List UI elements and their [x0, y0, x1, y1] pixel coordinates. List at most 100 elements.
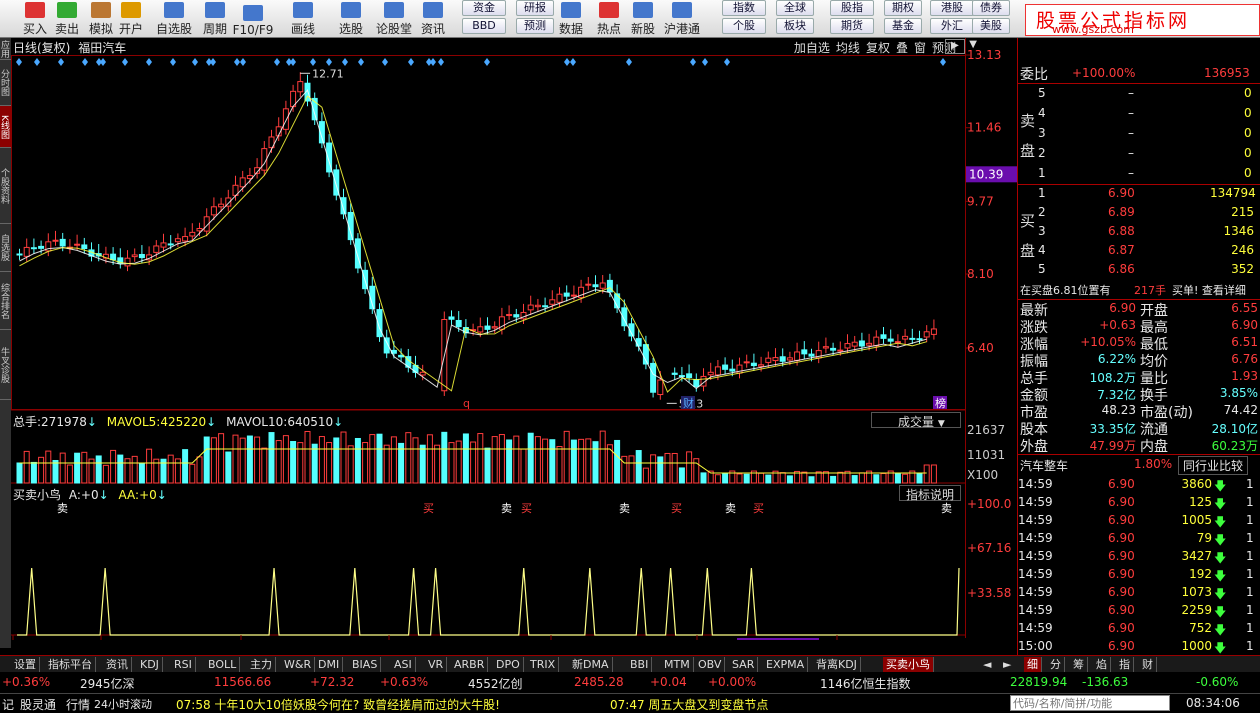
- side-tab-3[interactable]: 焰: [1093, 657, 1111, 672]
- indicator-tab-21[interactable]: 背离KDJ: [813, 657, 861, 672]
- quick-button-10[interactable]: 个股: [722, 18, 766, 34]
- event-diamond-icon[interactable]: [146, 58, 152, 66]
- indicator-tab-16[interactable]: BBI: [627, 657, 653, 672]
- kline-chart-area[interactable]: 日线(复权) 福田汽车 加自选 均线 复权叠窗预测 ▶ ▼ 13.13 11.46 9.…: [11, 38, 1017, 640]
- toolbar-button-2[interactable]: 模拟: [86, 1, 116, 37]
- event-diamond-icon[interactable]: [564, 58, 570, 66]
- quick-button-1[interactable]: 研报: [516, 0, 554, 16]
- event-diamond-icon[interactable]: [100, 58, 106, 66]
- left-tab-1[interactable]: 分时图: [0, 60, 11, 106]
- news-ticker-2[interactable]: 07:47 周五大盘又到变盘节点: [610, 696, 768, 713]
- event-diamond-icon[interactable]: [16, 58, 22, 66]
- indicator-tab-15[interactable]: 新DMA: [569, 657, 613, 672]
- event-diamond-icon[interactable]: [570, 58, 576, 66]
- news-ticker-1[interactable]: 07:58 十年10大10倍妖股今何在? 致曾经搓肩而过的大牛股!: [176, 696, 500, 713]
- toolbar-button-1[interactable]: 卖出: [52, 1, 82, 37]
- quick-button-7[interactable]: 期权: [884, 0, 922, 16]
- indicator-tab-13[interactable]: DPO: [493, 657, 524, 672]
- quick-button-9[interactable]: 债券: [972, 0, 1010, 16]
- quick-button-6[interactable]: 股指: [830, 0, 874, 16]
- event-diamond-icon[interactable]: [210, 58, 216, 66]
- status-item-3[interactable]: 24小时滚动: [94, 696, 152, 712]
- event-diamond-icon[interactable]: [690, 58, 696, 66]
- indicator-tab-11[interactable]: VR: [425, 657, 448, 672]
- event-diamond-icon[interactable]: [358, 58, 364, 66]
- quick-button-13[interactable]: 基金: [884, 18, 922, 34]
- status-item-2[interactable]: 行情: [66, 696, 90, 713]
- quick-button-12[interactable]: 期货: [830, 18, 874, 34]
- left-tab-6[interactable]: 牛叉诊股: [0, 330, 11, 400]
- indicator-tab-3[interactable]: KDJ: [137, 657, 163, 672]
- indicator-help-button[interactable]: 指标说明: [899, 485, 961, 502]
- indicator-tab-5[interactable]: BOLL: [205, 657, 241, 672]
- event-diamond-icon[interactable]: [274, 58, 280, 66]
- indicator-tab-2[interactable]: 资讯: [103, 657, 132, 672]
- event-diamond-icon[interactable]: [240, 58, 246, 66]
- indicator-tab-8[interactable]: DMI: [315, 657, 344, 672]
- event-diamond-icon[interactable]: [34, 58, 40, 66]
- event-diamond-icon[interactable]: [170, 58, 176, 66]
- toolbar-button-9[interactable]: 论股堂: [374, 1, 414, 37]
- event-diamond-icon[interactable]: [310, 58, 316, 66]
- event-diamond-icon[interactable]: [940, 58, 946, 66]
- toolbar-button-0[interactable]: 买入: [20, 1, 50, 37]
- indicator-tab-20[interactable]: EXPMA: [763, 657, 809, 672]
- left-tab-2[interactable]: K线图: [0, 106, 11, 148]
- indicator-tab-9[interactable]: BIAS: [349, 657, 382, 672]
- compare-button[interactable]: 同行业比较: [1178, 456, 1249, 475]
- side-tab-2[interactable]: 筹: [1070, 657, 1088, 672]
- event-diamond-icon[interactable]: [82, 58, 88, 66]
- status-item-0[interactable]: 记: [2, 696, 14, 713]
- toolbar-button-4[interactable]: 自选股: [154, 1, 194, 37]
- quick-button-0[interactable]: 资金: [462, 0, 506, 16]
- chart-marker-1[interactable]: 财: [683, 396, 694, 410]
- event-diamond-icon[interactable]: [438, 58, 444, 66]
- event-diamond-icon[interactable]: [724, 58, 730, 66]
- event-diamond-icon[interactable]: [382, 58, 388, 66]
- indicator-tab-4[interactable]: RSI: [171, 657, 196, 672]
- chart-marker-0[interactable]: q: [463, 397, 470, 410]
- side-tab-5[interactable]: 财: [1139, 657, 1157, 672]
- toolbar-button-13[interactable]: 新股: [628, 1, 658, 37]
- toolbar-button-7[interactable]: 画线: [288, 1, 318, 37]
- event-diamond-icon[interactable]: [342, 58, 348, 66]
- side-tab-0[interactable]: 细: [1024, 657, 1042, 672]
- toolbar-button-10[interactable]: 资讯: [418, 1, 448, 37]
- chart-marker-2[interactable]: 榜: [935, 396, 946, 410]
- indicator-tab-18[interactable]: OBV: [695, 657, 726, 672]
- quick-button-5[interactable]: 全球: [776, 0, 814, 16]
- quick-button-4[interactable]: 指数: [722, 0, 766, 16]
- indicator-tab-17[interactable]: MTM: [661, 657, 694, 672]
- side-tab-1[interactable]: 分: [1047, 657, 1065, 672]
- left-tab-4[interactable]: 自选股: [0, 224, 11, 272]
- event-diamond-icon[interactable]: [234, 58, 240, 66]
- indicator-tab-12[interactable]: ARBR: [451, 657, 489, 672]
- indicator-tab-19[interactable]: SAR: [729, 657, 759, 672]
- tab-scroll-right-icon[interactable]: ►: [1000, 657, 1014, 672]
- tab-scroll-left-icon[interactable]: ◄: [980, 657, 994, 672]
- indicator-tab-10[interactable]: ASI: [391, 657, 416, 672]
- toolbar-button-6[interactable]: F10/F9: [233, 1, 273, 37]
- indicator-tab-22[interactable]: 买卖小鸟: [883, 657, 934, 672]
- event-diamond-icon[interactable]: [408, 58, 414, 66]
- quick-button-2[interactable]: BBD: [462, 18, 506, 34]
- volume-indicator-select[interactable]: 成交量 ▼: [871, 412, 961, 429]
- code-search-input[interactable]: [1010, 695, 1170, 711]
- toolbar-button-8[interactable]: 选股: [336, 1, 366, 37]
- status-item-1[interactable]: 股灵通: [20, 696, 56, 713]
- event-diamond-icon[interactable]: [484, 58, 490, 66]
- left-tab-0[interactable]: 应用: [0, 38, 11, 60]
- toolbar-button-3[interactable]: 开户: [116, 1, 146, 37]
- left-tab-3[interactable]: 个股资料: [0, 148, 11, 224]
- quick-button-8[interactable]: 港股: [930, 0, 974, 16]
- quick-button-3[interactable]: 预测: [516, 18, 554, 34]
- indicator-tab-7[interactable]: W&R: [281, 657, 316, 672]
- event-diamond-icon[interactable]: [702, 58, 708, 66]
- event-diamond-icon[interactable]: [192, 58, 198, 66]
- event-diamond-icon[interactable]: [326, 58, 332, 66]
- event-diamond-icon[interactable]: [290, 58, 296, 66]
- quick-button-15[interactable]: 美股: [972, 18, 1010, 34]
- event-diamond-icon[interactable]: [122, 58, 128, 66]
- view-detail-link[interactable]: 买单! 查看详细: [1172, 282, 1246, 298]
- toolbar-button-5[interactable]: 周期: [200, 1, 230, 37]
